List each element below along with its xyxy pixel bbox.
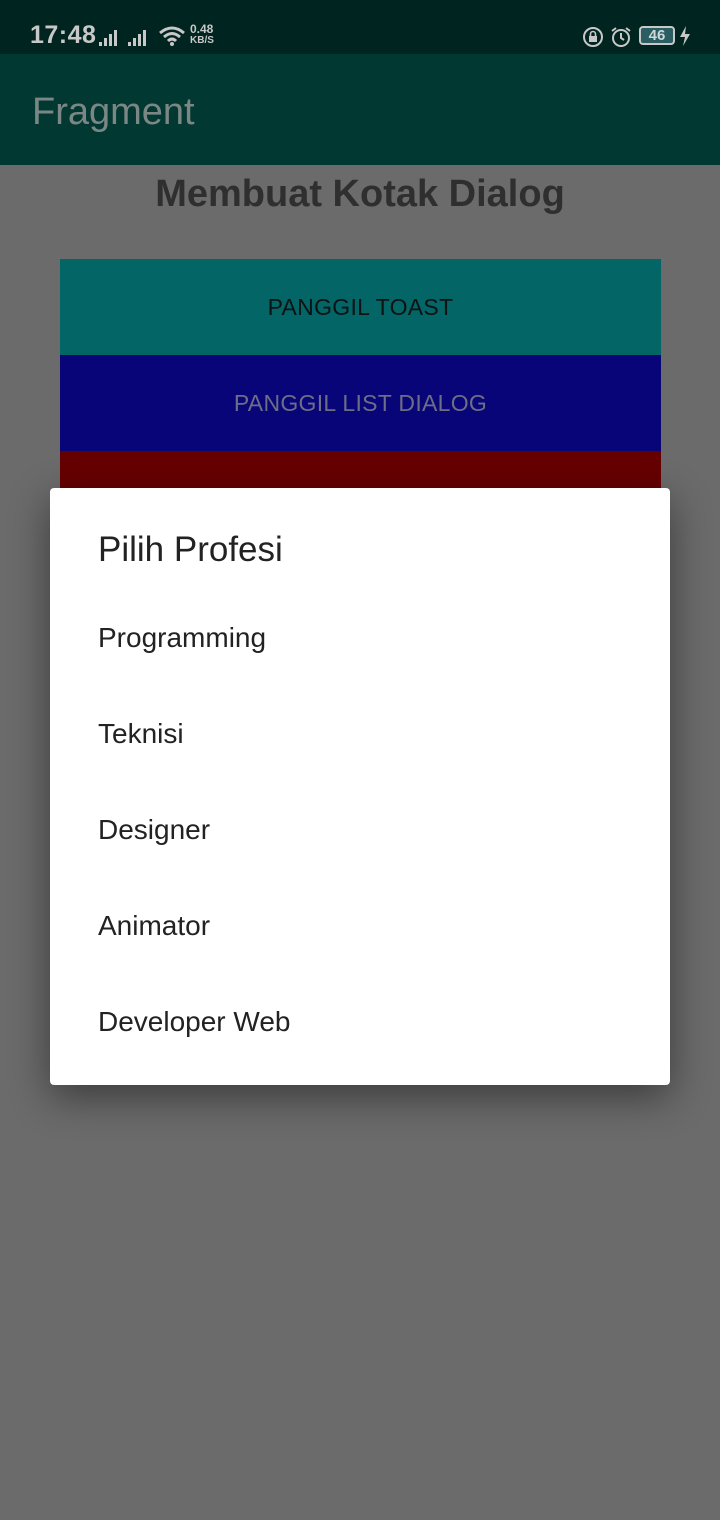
signal-icon (128, 30, 146, 46)
status-time: 17:48 (30, 21, 97, 49)
choose-profession-dialog: Pilih Profesi Programming Teknisi Design… (50, 488, 670, 1085)
screen-rotation-lock-icon (583, 27, 603, 47)
app-title: Fragment (32, 91, 195, 133)
list-item-teknisi[interactable]: Teknisi (50, 686, 670, 782)
wifi-icon (159, 26, 185, 46)
charging-icon (680, 26, 690, 46)
list-item-programming[interactable]: Programming (50, 590, 670, 686)
net-speed-unit: KB/S (190, 35, 214, 46)
dialog-list: Programming Teknisi Designer Animator De… (50, 590, 670, 1070)
alarm-icon (611, 27, 631, 47)
app-bar: Fragment (0, 54, 720, 165)
status-bar: 17:48 0.48 KB/S 46 (0, 0, 720, 54)
call-toast-button[interactable]: PANGGIL TOAST (60, 259, 661, 355)
page-heading: Membuat Kotak Dialog (155, 173, 565, 215)
signal-icon (99, 30, 117, 46)
list-item-animator[interactable]: Animator (50, 878, 670, 974)
call-list-dialog-button[interactable]: PANGGIL LIST DIALOG (60, 355, 661, 451)
list-item-developer-web[interactable]: Developer Web (50, 974, 670, 1070)
network-speed: 0.48 KB/S (190, 22, 214, 46)
dialog-title: Pilih Profesi (98, 530, 283, 569)
battery-icon: 46 (639, 26, 675, 45)
list-item-designer[interactable]: Designer (50, 782, 670, 878)
net-speed-value: 0.48 (190, 22, 214, 36)
